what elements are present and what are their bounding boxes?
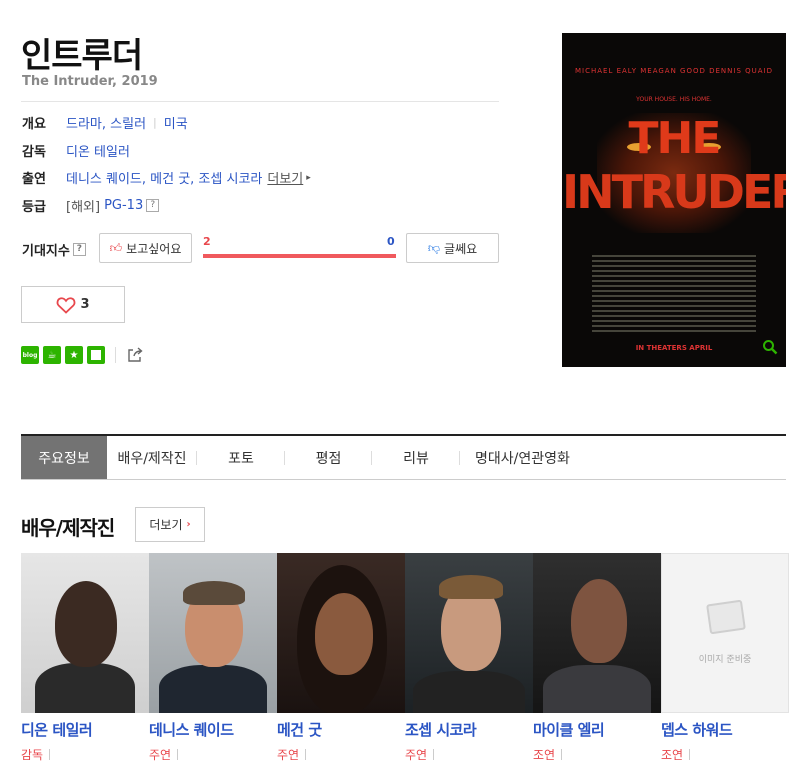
cast-role: 주연 <box>277 746 405 763</box>
overview-row: 개요 드라마, 스릴러 | 미국 <box>22 113 188 132</box>
cast-row: 출연 데니스 퀘이드, 메건 굿, 조셉 시코라 더보기 ▸ <box>22 168 311 187</box>
cast-role: 주연 <box>149 746 277 763</box>
director-row: 감독 디온 테일러 <box>22 141 130 160</box>
bad-count: 0 <box>387 235 395 248</box>
like-button[interactable]: 3 <box>21 286 125 323</box>
tab-photo[interactable]: 포토 <box>197 436 285 479</box>
expectation-bar <box>203 254 396 258</box>
title-divider <box>21 101 499 102</box>
cast-name[interactable]: 메건 굿 <box>277 719 405 740</box>
cast-card[interactable]: 데니스 퀘이드 주연 <box>149 553 277 763</box>
rating-row: 등급 [해외] PG-13 ? <box>22 196 160 215</box>
cast-role: 감독 <box>21 746 149 763</box>
rating-key: 등급 <box>22 200 46 215</box>
thumbs-down-icon: 👎︎ <box>427 240 441 255</box>
zoom-icon[interactable] <box>762 339 778 359</box>
share-row: blog ☕︎ ★ <box>21 346 144 364</box>
tab-quotes-related[interactable]: 명대사/연관영화 <box>460 436 585 479</box>
movie-subtitle: The Intruder, 2019 <box>22 74 158 89</box>
cast-photo[interactable] <box>533 553 661 713</box>
share-icon[interactable] <box>126 346 144 364</box>
want-to-see-button[interactable]: 👍︎ 보고싶어요 <box>99 233 192 263</box>
cast-name[interactable]: 데니스 퀘이드 <box>149 719 277 740</box>
tab-main-info[interactable]: 주요정보 <box>21 436 107 479</box>
rating-link[interactable]: PG-13 <box>104 198 143 213</box>
bookmark-star-icon[interactable]: ★ <box>65 346 83 364</box>
director-link[interactable]: 디온 테일러 <box>66 141 130 160</box>
blog-share-icon[interactable]: blog <box>21 346 39 364</box>
chevron-right-icon: ▸ <box>306 172 311 183</box>
cast-role: 조연 <box>533 746 661 763</box>
cast-photo[interactable] <box>405 553 533 713</box>
like-count: 3 <box>80 297 90 312</box>
cast-name[interactable]: 마이클 엘리 <box>533 719 661 740</box>
cast-section-title: 배우/제작진 <box>21 516 115 540</box>
chevron-right-icon: › <box>186 519 191 530</box>
no-image-text: 이미지 준비중 <box>698 655 752 665</box>
cast-more-link[interactable]: 더보기 <box>267 168 303 187</box>
want-count: 2 <box>203 235 211 248</box>
cast-photo[interactable] <box>149 553 277 713</box>
poster-names: MICHAEL EALY MEAGAN GOOD DENNIS QUAID <box>574 67 774 75</box>
country-link[interactable]: 미국 <box>164 113 188 132</box>
expectation-label-wrap: 기대지수 ? <box>22 240 86 259</box>
help-icon[interactable]: ? <box>146 199 160 212</box>
cast-more-button[interactable]: 더보기 › <box>135 507 205 542</box>
tab-review[interactable]: 리뷰 <box>372 436 460 479</box>
cast-card[interactable]: 마이클 엘리 조연 <box>533 553 661 763</box>
tab-rating[interactable]: 평점 <box>285 436 372 479</box>
poster-title-line2: INTRUDER <box>562 165 786 219</box>
cast-role: 조연 <box>661 746 789 763</box>
no-image-icon <box>706 599 746 635</box>
poster-title-line1: THE <box>628 113 722 164</box>
cast-photo[interactable] <box>277 553 405 713</box>
help-icon[interactable]: ? <box>72 243 86 256</box>
content-tabs: 주요정보 배우/제작진 포토 평점 리뷰 명대사/연관영화 <box>21 434 786 480</box>
not-sure-label: 글쎄요 <box>444 241 478 256</box>
cafe-share-icon[interactable]: ☕︎ <box>43 346 61 364</box>
share-divider <box>115 347 116 363</box>
cast-card[interactable]: 메건 굿 주연 <box>277 553 405 763</box>
tab-cast-crew[interactable]: 배우/제작진 <box>107 436 197 479</box>
cast-role: 주연 <box>405 746 533 763</box>
expectation-label: 기대지수 <box>22 244 70 259</box>
cast-card[interactable]: 디온 테일러 감독 <box>21 553 149 763</box>
not-sure-button[interactable]: 👎︎ 글쎄요 <box>406 233 499 263</box>
cast-card[interactable]: 조셉 시코라 주연 <box>405 553 533 763</box>
movie-poster[interactable]: MICHAEL EALY MEAGAN GOOD DENNIS QUAID YO… <box>562 33 786 367</box>
want-to-see-label: 보고싶어요 <box>126 241 182 256</box>
poster-tagline: YOUR HOUSE. HIS HOME. <box>636 96 712 103</box>
memo-share-icon[interactable] <box>87 346 105 364</box>
cast-name[interactable]: 뎁스 하워드 <box>661 719 789 740</box>
overview-key: 개요 <box>22 117 46 132</box>
cast-list: 디온 테일러 감독 데니스 퀘이드 주연 메건 굿 주연 조셉 시코라 주연 마… <box>21 553 789 763</box>
poster-release: IN THEATERS APRIL <box>635 344 713 352</box>
cast-photo-placeholder[interactable]: 이미지 준비중 <box>661 553 789 713</box>
cast-photo[interactable] <box>21 553 149 713</box>
cast-name[interactable]: 조셉 시코라 <box>405 719 533 740</box>
movie-title: 인트루더 <box>21 36 143 76</box>
cast-name[interactable]: 디온 테일러 <box>21 719 149 740</box>
genre-link[interactable]: 드라마, 스릴러 <box>66 113 146 132</box>
separator: | <box>153 116 157 129</box>
heart-icon <box>57 296 76 314</box>
thumbs-up-icon: 👍︎ <box>109 240 123 255</box>
poster-credits-block <box>592 255 756 335</box>
director-key: 감독 <box>22 145 46 160</box>
cast-key: 출연 <box>22 172 46 187</box>
cast-card[interactable]: 이미지 준비중 뎁스 하워드 조연 <box>661 553 789 763</box>
rating-region: [해외] <box>66 200 101 215</box>
cast-links[interactable]: 데니스 퀘이드, 메건 굿, 조셉 시코라 <box>66 168 262 187</box>
